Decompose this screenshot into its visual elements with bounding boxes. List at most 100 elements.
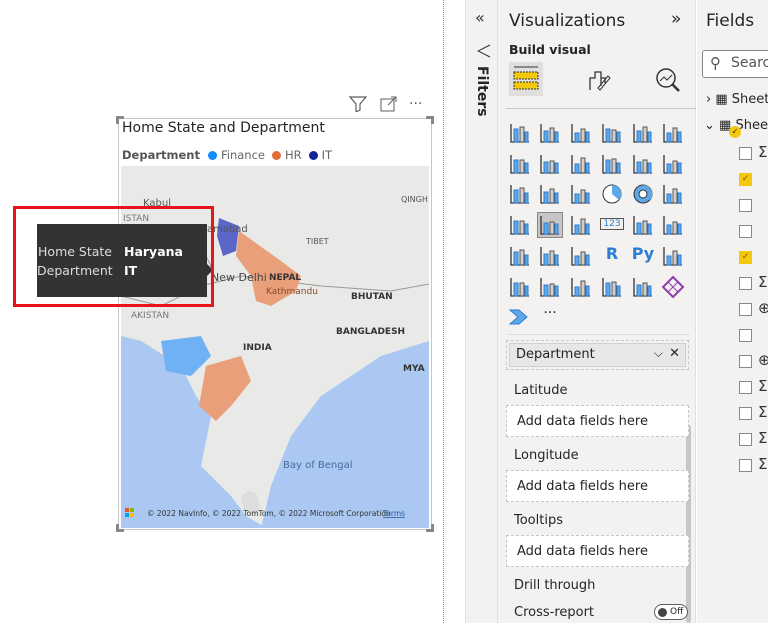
search-placeholder: Search (731, 55, 768, 71)
latitude-well[interactable]: Add data fields here (506, 405, 689, 437)
map-label: New Delhi (211, 271, 267, 284)
map-label: NEPAL (269, 273, 301, 283)
filters-label[interactable]: Filters (474, 66, 490, 117)
qa-visual-icon[interactable] (538, 275, 562, 299)
power-apps-visual-icon[interactable] (661, 275, 685, 299)
100-column-visual-icon[interactable] (661, 121, 685, 145)
field-checkbox[interactable] (739, 147, 752, 160)
field-checkbox[interactable] (739, 459, 752, 472)
field-checkbox[interactable] (739, 225, 752, 238)
multirow-card-visual-icon[interactable] (631, 213, 655, 237)
filled-map-visual-icon[interactable] (537, 212, 563, 239)
more-options-icon[interactable]: ··· (409, 96, 422, 112)
tooltips-well[interactable]: Add data fields here (506, 535, 689, 567)
field-checkbox[interactable] (739, 329, 752, 342)
table-sheet1-collapsed[interactable]: › ▦ Sheet1 (706, 92, 768, 107)
decomposition-tree-visual-icon[interactable] (508, 275, 532, 299)
cross-report-label: Cross-report (514, 605, 595, 620)
line-clustered-visual-icon[interactable] (631, 152, 655, 176)
scatter-visual-icon[interactable] (569, 182, 593, 206)
clustered-bar-visual-icon[interactable] (569, 121, 593, 145)
field-checkbox[interactable]: ✓ (739, 251, 752, 264)
clustered-column-visual-icon[interactable] (600, 121, 624, 145)
slicer-visual-icon[interactable] (508, 244, 532, 268)
analytics-icon[interactable] (654, 66, 682, 94)
filter-icon[interactable] (349, 96, 367, 112)
stacked-column-visual-icon[interactable] (538, 121, 562, 145)
table-visual-icon[interactable] (538, 244, 562, 268)
sigma-icon: Σ (758, 455, 768, 473)
arcgis-visual-icon[interactable] (631, 275, 655, 299)
longitude-label: Longitude (514, 448, 579, 463)
drill-through-heading: Drill through (514, 578, 596, 593)
highlight-box (13, 206, 214, 307)
line-column-visual-icon[interactable] (600, 152, 624, 176)
sigma-icon: Σ (758, 377, 768, 395)
field-checkbox[interactable] (739, 433, 752, 446)
remove-field-icon[interactable]: ✕ (669, 346, 680, 361)
funnel-visual-icon[interactable] (538, 182, 562, 206)
field-checkbox[interactable] (739, 355, 752, 368)
donut-visual-icon[interactable] (631, 182, 655, 206)
fields-title: Fields (706, 11, 755, 31)
treemap-visual-icon[interactable] (661, 182, 685, 206)
scrollbar[interactable] (686, 425, 691, 623)
kpi-visual-icon[interactable] (661, 213, 685, 237)
field-checkbox[interactable] (739, 407, 752, 420)
stacked-area-visual-icon[interactable] (569, 152, 593, 176)
sigma-icon: Σ (758, 273, 768, 291)
legend-hr[interactable]: HR (285, 148, 302, 162)
map-label: AKISTAN (131, 311, 169, 321)
map-visual-icon[interactable] (508, 213, 532, 237)
longitude-well[interactable]: Add data fields here (506, 470, 689, 502)
field-checkbox[interactable] (739, 381, 752, 394)
100-bar-visual-icon[interactable] (631, 121, 655, 145)
legend-it[interactable]: IT (322, 148, 332, 162)
r-visual-visual-icon[interactable]: R (600, 244, 624, 268)
legend-dot-it (308, 150, 318, 160)
map-label: BHUTAN (351, 292, 393, 302)
legend-finance[interactable]: Finance (221, 148, 265, 162)
waterfall-visual-icon[interactable] (508, 182, 532, 206)
tooltips-label: Tooltips (514, 513, 563, 528)
visualizations-pane: Visualizations » Build visual 123 R Py ··· … (498, 0, 696, 623)
filters-pane-collapsed[interactable]: « Filters (465, 0, 498, 623)
field-checkbox[interactable] (739, 199, 752, 212)
map-label: MYA (403, 364, 425, 374)
key-influencers-visual-icon[interactable] (661, 244, 685, 268)
ribbon-visual-icon[interactable] (661, 152, 685, 176)
field-well-drop[interactable]: Department ⌵ ✕ (506, 340, 689, 370)
map-visual[interactable]: Home State and Department Department Fin… (116, 116, 434, 532)
stacked-bar-visual-icon[interactable] (508, 121, 532, 145)
latitude-label: Latitude (514, 383, 568, 398)
field-pill-label: Department (516, 347, 595, 362)
fields-icon (513, 66, 539, 90)
build-visual-label: Build visual (509, 42, 591, 57)
line-visual-icon[interactable] (508, 152, 532, 176)
field-checkbox[interactable]: ✓ (739, 173, 752, 186)
matrix-visual-icon[interactable] (569, 244, 593, 268)
map-label: TIBET (305, 237, 329, 246)
power-automate-visual-icon[interactable] (508, 305, 532, 329)
gauge-visual-icon[interactable] (569, 213, 593, 237)
pie-visual-icon[interactable] (600, 182, 624, 206)
field-pill-department[interactable]: Department ⌵ ✕ (509, 343, 686, 367)
area-visual-icon[interactable] (538, 152, 562, 176)
card-visual-icon[interactable]: 123 (600, 213, 624, 237)
focus-mode-icon[interactable] (380, 96, 398, 112)
format-visual-icon[interactable] (586, 66, 612, 92)
field-checkbox[interactable] (739, 277, 752, 290)
collapse-left-icon[interactable]: « (475, 8, 485, 27)
paginated-visual-icon[interactable] (600, 275, 624, 299)
build-visual-tab[interactable] (509, 62, 543, 96)
globe-icon: ⊕ (758, 351, 768, 369)
field-checkbox[interactable] (739, 303, 752, 316)
expand-right-icon[interactable]: » (671, 9, 681, 29)
fields-search-input[interactable]: ⚲ Search (702, 50, 768, 78)
map-label: BANGLADESH (336, 327, 405, 337)
cross-report-toggle[interactable]: Off (654, 604, 688, 620)
python-visual-visual-icon[interactable]: Py (631, 244, 655, 268)
chevron-down-icon[interactable]: ⌵ (654, 346, 663, 361)
narrative-visual-icon[interactable] (569, 275, 593, 299)
more-visual-icon[interactable]: ··· (538, 305, 562, 329)
